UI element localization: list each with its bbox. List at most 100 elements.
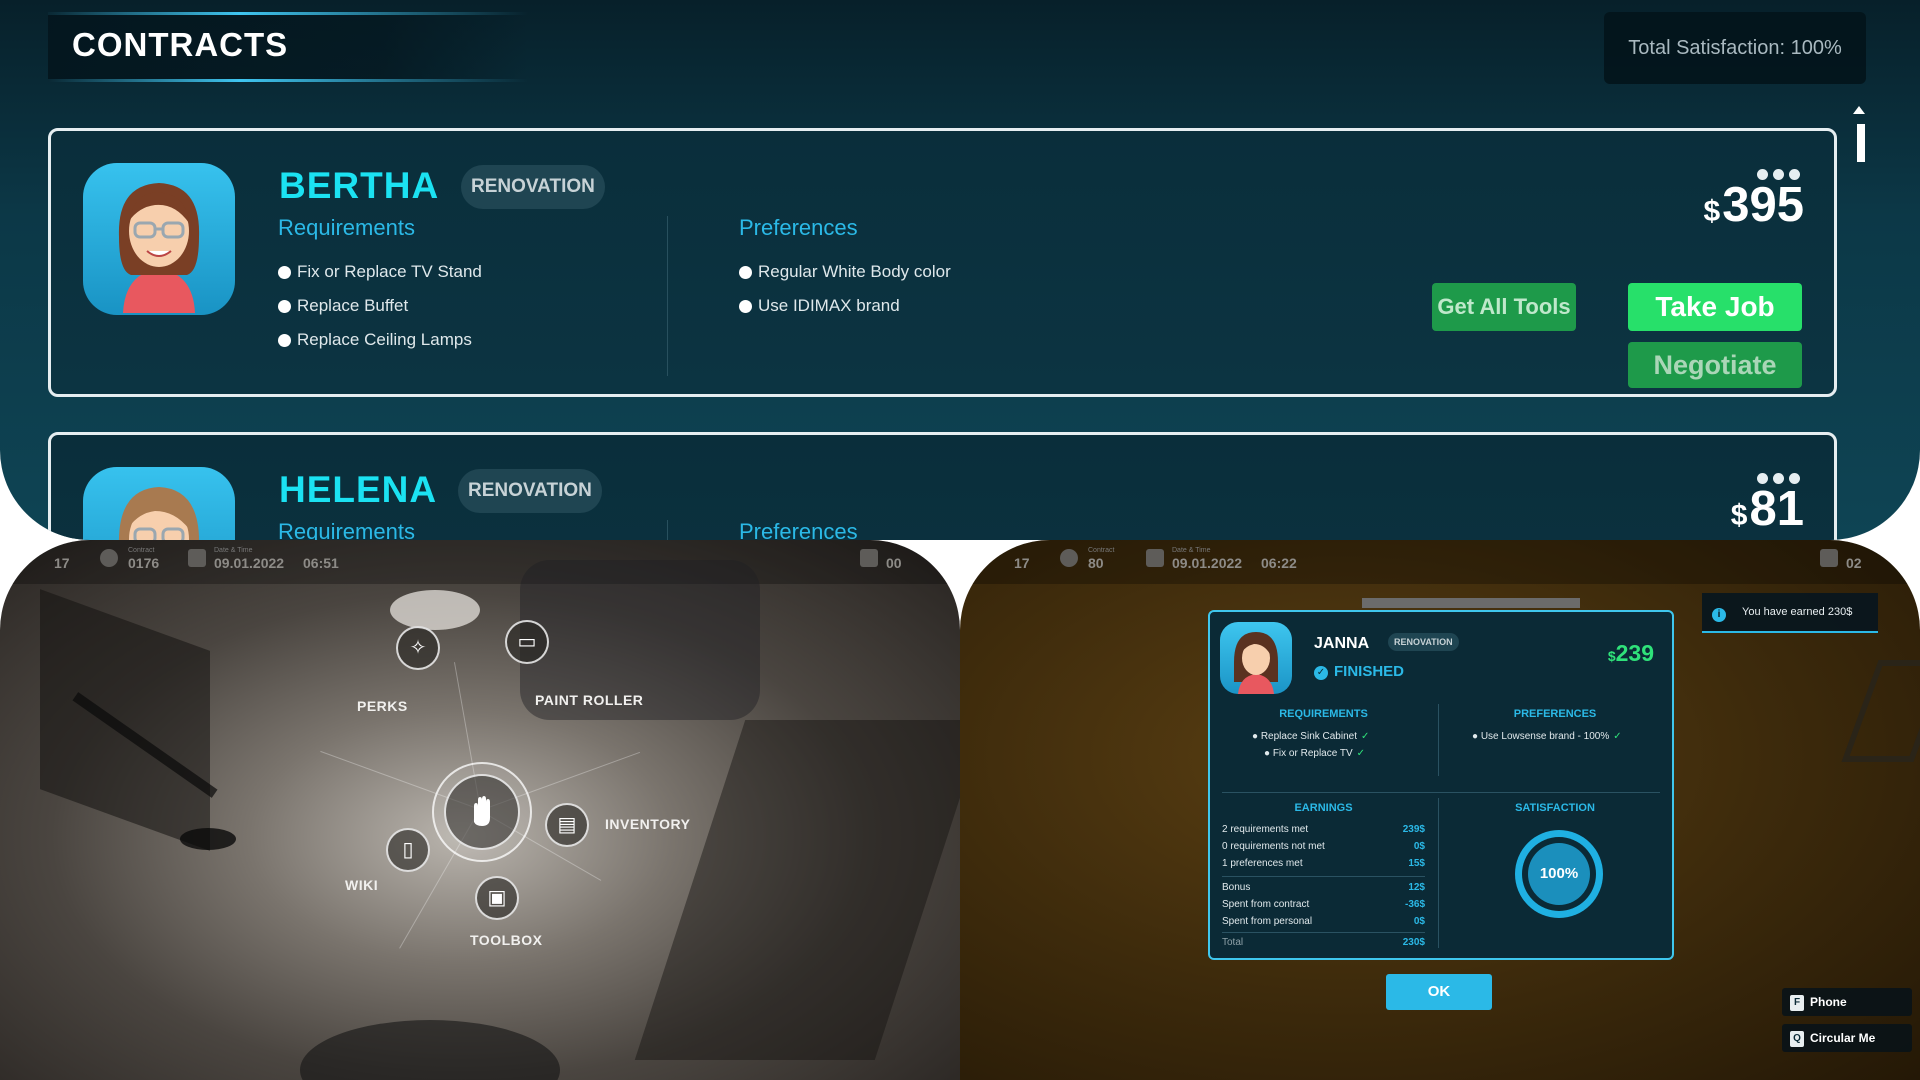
preferences-heading: Preferences xyxy=(739,215,858,240)
earnings-value: -36$ xyxy=(1404,899,1425,910)
contracts-panel: CONTRACTS Total Satisfaction: 100% BERTH… xyxy=(0,0,1920,540)
contract-icon xyxy=(100,549,118,567)
price-value: 395 xyxy=(1722,178,1804,232)
contract-card[interactable]: BERTHA RENOVATION Requirements Preferenc… xyxy=(48,128,1837,397)
earned-notification: i You have earned 230$ xyxy=(1702,593,1878,633)
currency-symbol: $ xyxy=(1703,195,1721,228)
avatar xyxy=(83,467,235,540)
calendar-icon xyxy=(1146,549,1164,567)
currency-symbol: $ xyxy=(1607,648,1616,664)
woman-avatar-icon xyxy=(1234,632,1278,694)
earnings-value: 239$ xyxy=(1402,824,1425,835)
requirement-item: ● Fix or Replace TV ✓ xyxy=(1264,748,1366,759)
table-shape xyxy=(390,590,480,630)
earnings-value: 15$ xyxy=(1408,858,1425,869)
earnings-value: 0$ xyxy=(1413,841,1425,852)
earnings-value: 12$ xyxy=(1408,882,1425,893)
requirements-heading: Requirements xyxy=(278,519,415,540)
satisfaction-heading: SATISFACTION xyxy=(1515,802,1595,814)
contract-price: $395 xyxy=(1704,177,1804,233)
earnings-row: 2 requirements met 239$ xyxy=(1222,824,1425,841)
list-item: Fix or Replace TV Stand xyxy=(278,255,482,289)
calendar-icon xyxy=(860,549,878,567)
earnings-label: Total xyxy=(1222,937,1244,948)
preferences-heading: PREFERENCES xyxy=(1513,708,1597,720)
paint-roller-label[interactable]: PAINT ROLLER xyxy=(535,692,643,708)
earnings-label: Spent from contract xyxy=(1222,899,1310,910)
hud-label: Contract xyxy=(128,547,155,554)
client-name: JANNA xyxy=(1314,635,1370,652)
phone-key-hint: F Phone xyxy=(1782,988,1912,1016)
negotiate-button[interactable]: Negotiate xyxy=(1628,342,1802,388)
status-text: FINISHED xyxy=(1334,663,1405,680)
contract-card[interactable]: HELENA RENOVATION Requirements Preferenc… xyxy=(48,432,1837,540)
requirement-text: Fix or Replace TV xyxy=(1272,748,1353,759)
ok-button[interactable]: OK xyxy=(1386,974,1492,1010)
list-item: Replace Buffet xyxy=(278,289,482,323)
requirements-heading: REQUIREMENTS xyxy=(1279,708,1368,720)
section-divider xyxy=(1222,792,1660,793)
hud-contract-value: 0176 xyxy=(128,555,160,571)
hand-icon[interactable] xyxy=(444,774,520,850)
wiki-label[interactable]: WIKI xyxy=(345,877,378,893)
earnings-row: Spent from contract -36$ xyxy=(1222,899,1425,916)
preferences-list: Regular White Body color Use IDIMAX bran… xyxy=(739,255,951,323)
scroll-up-icon[interactable] xyxy=(1853,106,1865,114)
list-item: Regular White Body color xyxy=(739,255,951,289)
earnings-row: 1 preferences met 15$ xyxy=(1222,858,1425,875)
perks-icon[interactable]: ✧ xyxy=(396,626,440,670)
scrollbar-thumb[interactable] xyxy=(1857,124,1865,162)
currency-symbol: $ xyxy=(1730,499,1748,532)
job-type-badge: RENOVATION xyxy=(1388,633,1459,651)
check-circle-icon: ✓ xyxy=(1314,666,1328,680)
requirement-text: Replace Sink Cabinet xyxy=(1260,731,1357,742)
requirements-heading: Requirements xyxy=(278,215,415,240)
section-divider xyxy=(1222,876,1425,877)
toolbox-icon[interactable]: ▣ xyxy=(475,876,519,920)
check-icon: ✓ xyxy=(1361,731,1370,742)
calendar-icon xyxy=(188,549,206,567)
inventory-icon[interactable]: ▤ xyxy=(545,803,589,847)
take-job-button[interactable]: Take Job xyxy=(1628,283,1802,331)
wiki-icon[interactable]: ▯ xyxy=(386,828,430,872)
notification-text: You have earned 230$ xyxy=(1742,606,1853,618)
earnings-label: Spent from personal xyxy=(1222,916,1313,927)
rug-shape xyxy=(300,1020,560,1080)
hud-label: Contract xyxy=(1088,547,1115,554)
earnings-label: 2 requirements met xyxy=(1222,824,1309,835)
inventory-label[interactable]: INVENTORY xyxy=(605,816,690,832)
section-divider xyxy=(1222,932,1425,933)
toolbox-label[interactable]: TOOLBOX xyxy=(470,932,542,948)
lamp-base-shape xyxy=(180,828,236,850)
hud-date: 09.01.2022 xyxy=(1172,555,1243,571)
contract-icon xyxy=(1060,549,1078,567)
circular-menu-panel: 17 Contract 0176 Date & Time 09.01.2022 … xyxy=(0,540,960,1080)
info-icon: i xyxy=(1712,608,1726,622)
list-item: Replace Ceiling Lamps xyxy=(278,323,482,357)
earnings-value: 230$ xyxy=(1402,937,1425,948)
page-title: CONTRACTS xyxy=(72,26,289,63)
hud-fragment: 17 xyxy=(54,555,70,571)
contracts-header: CONTRACTS xyxy=(48,12,528,82)
preference-item: ● Use Lowsense brand - 100% ✓ xyxy=(1472,731,1622,742)
key-cap: Q xyxy=(1790,1031,1804,1047)
client-name: BERTHA xyxy=(279,165,440,206)
preferences-heading: Preferences xyxy=(739,519,858,540)
check-icon: ✓ xyxy=(1613,731,1622,742)
paint-roller-icon[interactable]: ▭ xyxy=(505,620,549,664)
price-value: 81 xyxy=(1749,482,1804,536)
woman-avatar-icon xyxy=(119,487,199,540)
hud-date: 09.01.2022 xyxy=(214,555,285,571)
job-status: ✓ FINISHED xyxy=(1314,663,1404,680)
hud-time: 06:51 xyxy=(303,555,339,571)
earnings-label: 0 requirements not met xyxy=(1222,841,1325,852)
total-satisfaction-badge: Total Satisfaction: 100% xyxy=(1604,12,1866,84)
price-value: 239 xyxy=(1615,640,1654,666)
perks-label[interactable]: PERKS xyxy=(357,698,408,714)
hud-label: Date & Time xyxy=(214,547,253,554)
get-all-tools-button[interactable]: Get All Tools xyxy=(1432,283,1576,331)
requirements-list: Fix or Replace TV Stand Replace Buffet R… xyxy=(278,255,482,357)
client-name: HELENA xyxy=(279,469,438,510)
avatar xyxy=(83,163,235,315)
column-divider xyxy=(1438,704,1439,776)
